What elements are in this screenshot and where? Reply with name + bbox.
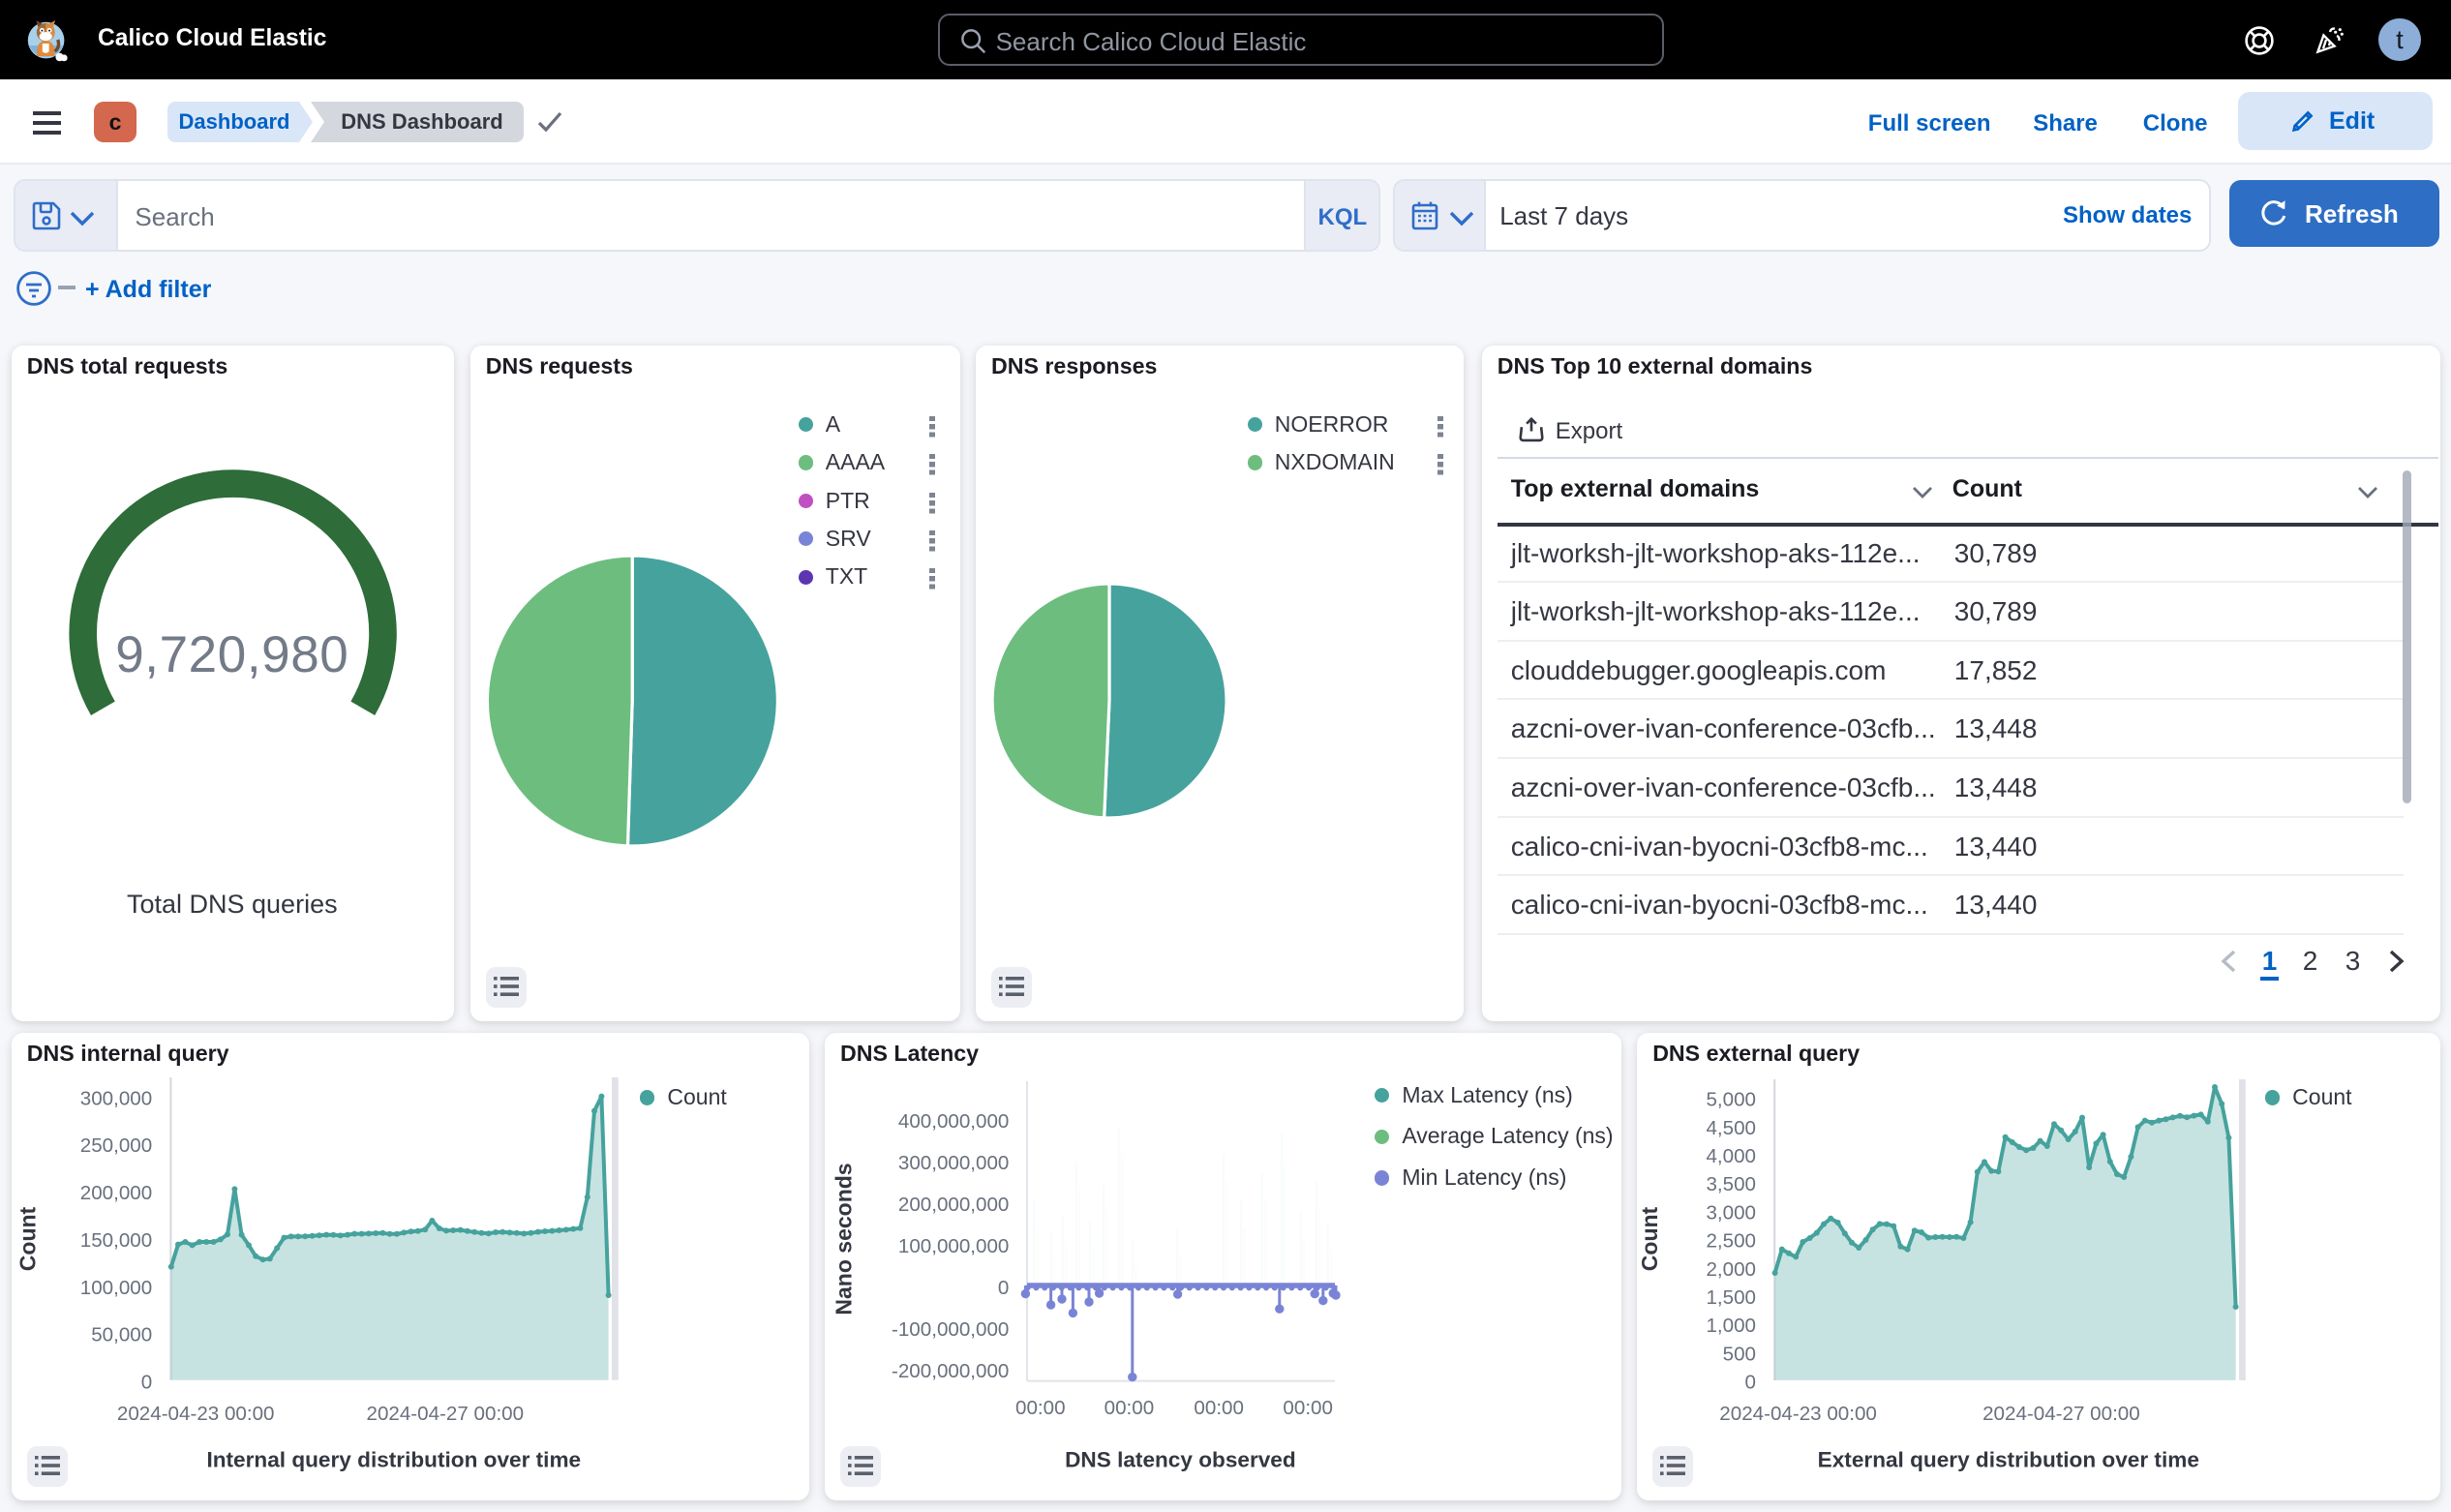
svg-text:0: 0	[998, 1277, 1009, 1299]
svg-text:External query distribution ov: External query distribution over time	[1818, 1447, 2199, 1471]
svg-text:4,500: 4,500	[1707, 1117, 1757, 1139]
svg-text:00:00: 00:00	[1015, 1397, 1066, 1419]
svg-text:50,000: 50,000	[91, 1324, 152, 1346]
svg-text:100,000: 100,000	[80, 1277, 152, 1299]
svg-text:300,000: 300,000	[80, 1087, 152, 1109]
svg-text:1,500: 1,500	[1707, 1286, 1757, 1309]
svg-text:2024-04-23 00:00: 2024-04-23 00:00	[117, 1403, 275, 1425]
svg-text:Count: Count	[15, 1206, 40, 1271]
svg-text:Nano seconds: Nano seconds	[832, 1163, 857, 1315]
svg-text:-100,000,000: -100,000,000	[892, 1318, 1009, 1341]
svg-text:00:00: 00:00	[1194, 1397, 1244, 1419]
svg-text:2,000: 2,000	[1707, 1258, 1757, 1281]
svg-text:3,000: 3,000	[1707, 1201, 1757, 1224]
svg-text:00:00: 00:00	[1283, 1397, 1333, 1419]
svg-text:300,000,000: 300,000,000	[898, 1152, 1010, 1174]
svg-text:1,000: 1,000	[1707, 1315, 1757, 1337]
svg-text:0: 0	[141, 1371, 152, 1393]
svg-text:2024-04-27 00:00: 2024-04-27 00:00	[366, 1403, 524, 1425]
svg-text:2024-04-27 00:00: 2024-04-27 00:00	[1982, 1403, 2140, 1425]
svg-text:-200,000,000: -200,000,000	[892, 1360, 1009, 1382]
svg-text:150,000: 150,000	[80, 1229, 152, 1252]
svg-text:2,500: 2,500	[1707, 1230, 1757, 1253]
svg-text:3,500: 3,500	[1707, 1173, 1757, 1195]
svg-text:400,000,000: 400,000,000	[898, 1110, 1010, 1133]
svg-text:Count: Count	[1637, 1206, 1662, 1271]
svg-text:500: 500	[1723, 1343, 1756, 1365]
svg-text:Internal query distribution ov: Internal query distribution over time	[206, 1447, 581, 1471]
svg-text:5,000: 5,000	[1707, 1089, 1757, 1111]
svg-text:250,000: 250,000	[80, 1134, 152, 1157]
svg-text:100,000,000: 100,000,000	[898, 1235, 1010, 1257]
svg-text:2024-04-23 00:00: 2024-04-23 00:00	[1719, 1403, 1877, 1425]
svg-text:200,000,000: 200,000,000	[898, 1194, 1010, 1216]
svg-text:200,000: 200,000	[80, 1182, 152, 1204]
svg-text:0: 0	[1745, 1372, 1756, 1394]
svg-text:DNS latency observed: DNS latency observed	[1065, 1447, 1296, 1471]
svg-text:00:00: 00:00	[1104, 1397, 1155, 1419]
svg-text:4,000: 4,000	[1707, 1145, 1757, 1167]
